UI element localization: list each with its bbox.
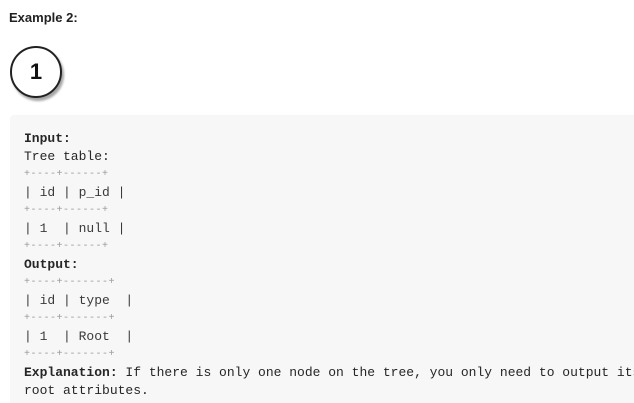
input-table-header-row: | id | p_id | [24, 185, 126, 200]
example-title: Example 2: [9, 10, 78, 25]
output-table-border-bottom: +----+-------+ [24, 349, 116, 360]
input-table-row: | 1 | null | [24, 221, 126, 236]
tree-node-value: 1 [29, 59, 43, 84]
explanation-line: Explanation: If there is only one node o… [24, 364, 634, 382]
output-table-border-top: +----+-------+ [24, 277, 116, 288]
tree-node-circle: 1 [10, 46, 62, 98]
explanation-text-continued: root attributes. [24, 383, 149, 398]
output-label: Output: [24, 257, 79, 272]
input-table-border-top: +----+------+ [24, 169, 109, 180]
input-table-border-mid: +----+------+ [24, 205, 109, 216]
input-label: Input: [24, 131, 71, 146]
code-block: Input: Tree table: +----+------+ | id | … [10, 115, 634, 403]
output-table-border-mid: +----+-------+ [24, 313, 116, 324]
output-table-header-row: | id | type | [24, 293, 134, 308]
output-table-row: | 1 | Root | [24, 329, 134, 344]
explanation-text: If there is only one node on the tree, y… [117, 365, 634, 380]
explanation-label: Explanation: [24, 365, 118, 380]
table-name: Tree table: [24, 149, 110, 164]
input-table-border-bottom: +----+------+ [24, 241, 109, 252]
